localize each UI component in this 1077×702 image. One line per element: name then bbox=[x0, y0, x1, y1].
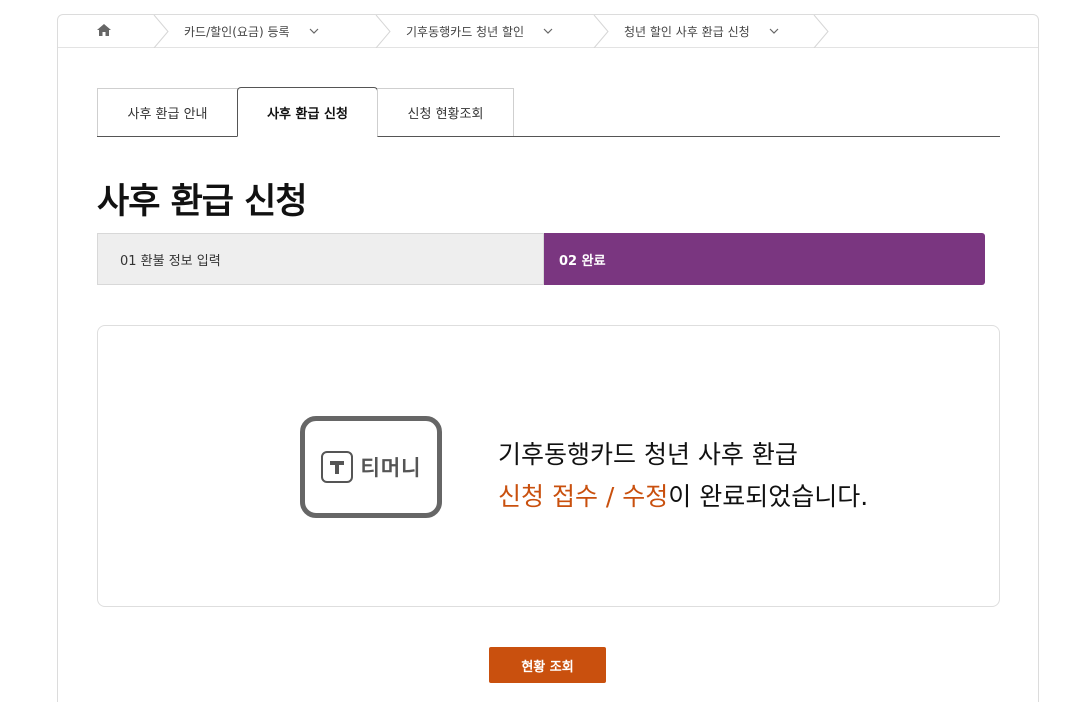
tab-bar: 사후 환급 안내 사후 환급 신청 신청 현황조회 bbox=[97, 87, 1000, 137]
breadcrumb-label: 기후동행카드 청년 할인 bbox=[406, 24, 525, 39]
completion-line-2: 신청 접수 / 수정이 완료되었습니다. bbox=[498, 476, 868, 518]
completion-line-1: 기후동행카드 청년 사후 환급 bbox=[498, 440, 798, 469]
home-link[interactable] bbox=[58, 15, 152, 48]
home-icon bbox=[96, 22, 112, 41]
breadcrumb-label: 청년 할인 사후 환급 신청 bbox=[624, 24, 750, 39]
breadcrumb-item-climate-card[interactable]: 기후동행카드 청년 할인 bbox=[406, 15, 592, 48]
completion-highlight: 신청 접수 / 수정 bbox=[498, 482, 669, 511]
breadcrumb-separator bbox=[374, 14, 392, 48]
tmoney-logo: 티머니 bbox=[300, 416, 442, 518]
step-complete: 02 완료 bbox=[544, 233, 985, 285]
completion-message: 기후동행카드 청년 사후 환급 신청 접수 / 수정이 완료되었습니다. bbox=[498, 434, 868, 518]
breadcrumb-separator bbox=[592, 14, 610, 48]
step-enter-refund-info: 01 환불 정보 입력 bbox=[97, 233, 544, 285]
breadcrumb-label: 카드/할인(요금) 등록 bbox=[184, 24, 290, 39]
breadcrumb-separator bbox=[812, 14, 830, 48]
tmoney-t-icon bbox=[320, 451, 353, 483]
breadcrumb-separator bbox=[152, 14, 170, 48]
status-inquiry-button[interactable]: 현황 조회 bbox=[489, 647, 606, 683]
tab-refund-apply[interactable]: 사후 환급 신청 bbox=[237, 87, 378, 137]
breadcrumb: 카드/할인(요금) 등록 기후동행카드 청년 할인 청년 할인 사후 환급 신청 bbox=[58, 14, 1038, 48]
step-indicator: 01 환불 정보 입력 02 완료 bbox=[97, 233, 985, 285]
completion-line-2-rest: 이 완료되었습니다. bbox=[668, 482, 869, 511]
breadcrumb-item-refund-apply[interactable]: 청년 할인 사후 환급 신청 bbox=[624, 15, 812, 48]
breadcrumb-item-card-discount[interactable]: 카드/할인(요금) 등록 bbox=[184, 15, 374, 48]
completion-panel: 티머니 기후동행카드 청년 사후 환급 신청 접수 / 수정이 완료되었습니다. bbox=[97, 325, 1000, 607]
chevron-down-icon bbox=[542, 25, 554, 37]
tab-status-inquiry[interactable]: 신청 현황조회 bbox=[377, 88, 514, 136]
chevron-down-icon bbox=[308, 25, 320, 37]
page-title: 사후 환급 신청 bbox=[97, 182, 308, 222]
tmoney-logo-text: 티머니 bbox=[360, 456, 422, 480]
content-frame: 카드/할인(요금) 등록 기후동행카드 청년 할인 청년 할인 사후 환급 신청 bbox=[57, 14, 1039, 702]
chevron-down-icon bbox=[768, 25, 780, 37]
tab-refund-info[interactable]: 사후 환급 안내 bbox=[97, 88, 238, 136]
